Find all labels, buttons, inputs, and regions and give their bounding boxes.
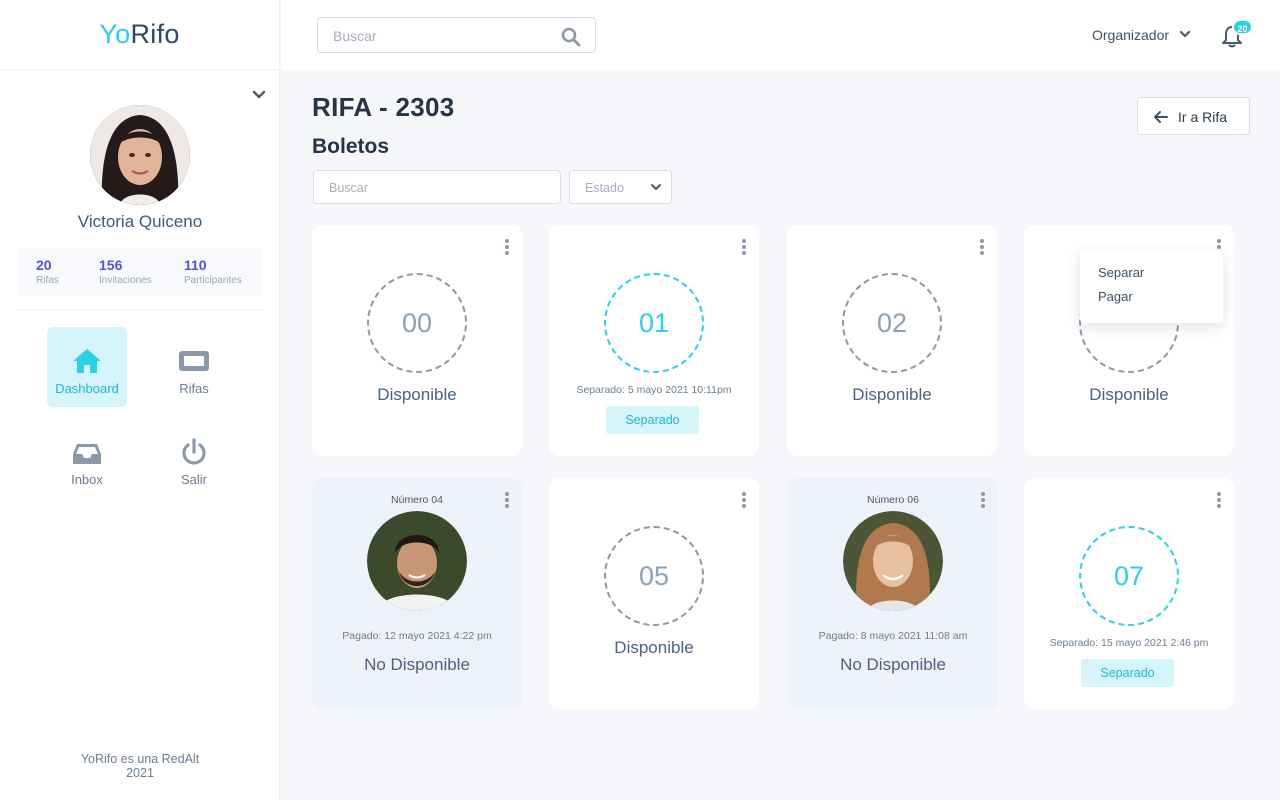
menu-item-separar[interactable]: Separar (1098, 265, 1144, 280)
topbar: Buscar Organizador 20 (281, 0, 1280, 70)
more-options-icon[interactable] (741, 239, 747, 257)
inbox-icon (73, 444, 101, 464)
chevron-down-icon[interactable] (1178, 29, 1192, 41)
profile-name: Victoria Quiceno (77, 212, 203, 231)
stat-participantes: 110 Participantes (184, 257, 242, 286)
search-input[interactable]: Buscar (317, 17, 596, 53)
stat-value: 110 (184, 257, 207, 273)
chevron-down-icon[interactable] (251, 87, 267, 103)
ticket-number: 07 (1079, 526, 1179, 626)
ticket-state: Disponible (377, 385, 457, 404)
ticket-card[interactable]: 07 Separado: 15 mayo 2021 2:46 pm Separa… (1024, 478, 1234, 709)
ticket-number-label: Número 06 (867, 494, 919, 506)
sidebar-footer: YoRifo es una RedAlt 2021 (0, 752, 280, 780)
logo-area: YoRifo (0, 0, 279, 70)
profile-stats: 20 Rifas 156 Invitaciones 110 Participan… (18, 248, 262, 296)
nav-item-rifas[interactable]: Rifas (154, 327, 234, 407)
nav-label: Dashboard (55, 381, 119, 396)
status-badge: Separado (1081, 659, 1174, 687)
nav-item-inbox[interactable]: Inbox (47, 418, 127, 498)
section-title: Boletos (312, 135, 390, 158)
more-options-icon[interactable] (979, 239, 985, 257)
chevron-down-icon (651, 184, 661, 190)
power-icon (182, 438, 206, 465)
more-options-icon[interactable] (741, 492, 747, 510)
ticket-state: Disponible (614, 638, 694, 657)
search-placeholder: Buscar (333, 28, 377, 44)
ticket-number: 00 (367, 273, 467, 373)
avatar[interactable] (90, 105, 190, 205)
search-icon[interactable] (561, 27, 581, 47)
stat-value: 156 (99, 257, 123, 273)
ticket-card[interactable]: Número 04 Pagado: 12 mayo 2021 4:22 pm N… (312, 478, 522, 709)
avatar-portrait-icon (90, 105, 190, 205)
select-placeholder: Estado (585, 181, 624, 195)
button-label: Ir a Rifa (1178, 109, 1228, 125)
ticket-card[interactable]: 02 Disponible (787, 225, 997, 456)
nav-item-salir[interactable]: Salir (154, 418, 234, 498)
home-icon (73, 349, 101, 373)
ticket-state: Disponible (852, 385, 932, 404)
logo-part-rifo: Rifo (130, 19, 180, 49)
ticket-search-input[interactable]: Buscar (313, 170, 561, 204)
nav-label: Inbox (71, 472, 103, 487)
participant-photo (367, 511, 467, 611)
status-select[interactable]: Estado (569, 170, 672, 204)
ticket-number: 01 (604, 273, 704, 373)
stat-label: Invitaciones (99, 275, 152, 286)
logo-part-yo: Yo (99, 19, 131, 49)
ticket-number-label: Número 04 (391, 494, 443, 506)
stat-value: 20 (36, 257, 52, 273)
logo[interactable]: YoRifo (99, 19, 179, 50)
footer-line: YoRifo es una RedAlt (80, 752, 200, 766)
go-to-raffle-button[interactable]: Ir a Rifa (1137, 97, 1250, 135)
stat-label: Participantes (184, 275, 242, 286)
stat-rifas: 20 Rifas (36, 257, 59, 286)
ticket-state: No Disponible (840, 655, 946, 674)
ticket-detail: Pagado: 12 mayo 2021 4:22 pm (342, 630, 492, 642)
sidebar: YoRifo Victoria Quiceno 20 Rifas 156 Inv… (0, 0, 280, 800)
status-badge: Separado (606, 406, 699, 434)
ticket-detail: Separado: 15 mayo 2021 2:46 pm (1049, 637, 1209, 649)
participant-photo (843, 511, 943, 611)
nav-label: Salir (180, 472, 207, 487)
arrow-left-icon (1154, 111, 1168, 123)
more-options-icon[interactable] (1216, 492, 1222, 510)
ticket-number: 02 (842, 273, 942, 373)
ticket-state: No Disponible (364, 655, 470, 674)
ticket-detail: Pagado: 8 mayo 2021 11:08 am (818, 630, 968, 642)
ticket-detail: Separado: 5 mayo 2021 10:11pm (576, 384, 732, 396)
nav-label: Rifas (179, 381, 209, 396)
stat-invitaciones: 156 Invitaciones (99, 257, 152, 286)
stat-label: Rifas (36, 275, 59, 286)
ticket-icon (179, 351, 209, 371)
ticket-card[interactable]: 05 Disponible (549, 478, 759, 709)
search-placeholder: Buscar (329, 181, 368, 195)
divider (18, 309, 262, 310)
footer-line: 2021 (126, 766, 154, 780)
ticket-card[interactable]: 00 Disponible (312, 225, 522, 456)
ticket-card[interactable]: 01 Separado: 5 mayo 2021 10:11pm Separad… (549, 225, 759, 456)
ticket-state: Disponible (1089, 385, 1169, 404)
role-dropdown[interactable]: Organizador (1092, 27, 1169, 43)
ticket-card[interactable]: Número 06 Pagado: 8 mayo 2021 11:08 am N… (788, 478, 998, 709)
nav-item-dashboard[interactable]: Dashboard (47, 327, 127, 407)
ticket-context-menu: Separar Pagar (1080, 251, 1223, 323)
ticket-number: 05 (604, 526, 704, 626)
menu-item-pagar[interactable]: Pagar (1098, 289, 1133, 304)
notification-badge: 20 (1232, 19, 1253, 35)
more-options-icon[interactable] (504, 239, 510, 257)
page-title: RIFA - 2303 (312, 92, 455, 122)
